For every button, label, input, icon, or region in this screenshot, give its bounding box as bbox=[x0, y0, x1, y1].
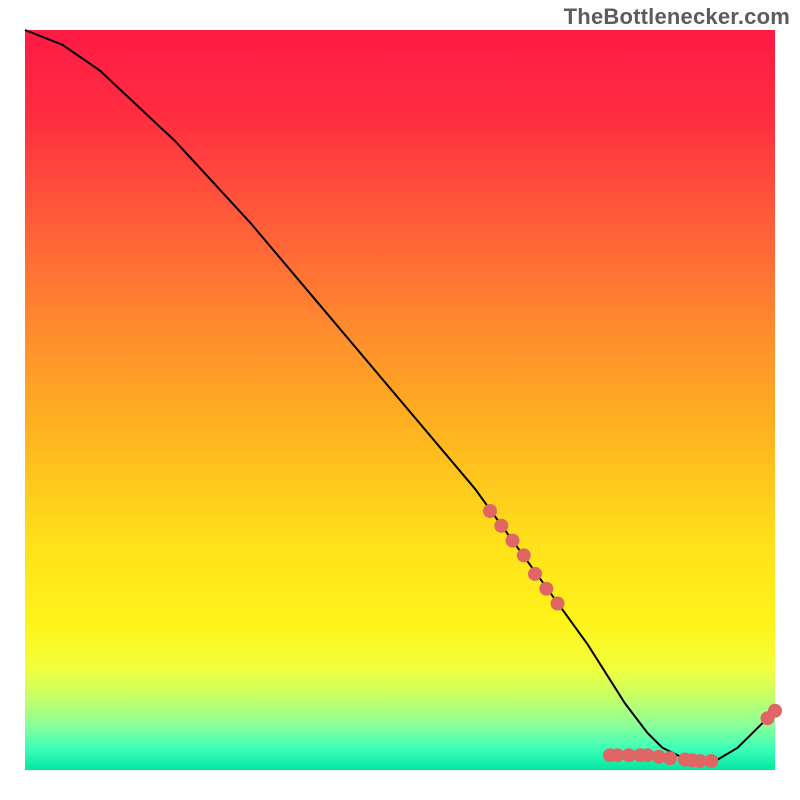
data-marker bbox=[483, 504, 497, 518]
data-marker bbox=[517, 548, 531, 562]
watermark-text: TheBottlenecker.com bbox=[564, 4, 790, 30]
data-marker bbox=[528, 567, 542, 581]
data-marker bbox=[768, 704, 782, 718]
data-marker bbox=[663, 751, 677, 765]
data-marker bbox=[551, 597, 565, 611]
chart-svg bbox=[0, 0, 800, 800]
chart-stage: TheBottlenecker.com bbox=[0, 0, 800, 800]
data-marker bbox=[539, 582, 553, 596]
data-marker bbox=[704, 754, 718, 768]
data-marker bbox=[506, 534, 520, 548]
data-marker bbox=[494, 519, 508, 533]
